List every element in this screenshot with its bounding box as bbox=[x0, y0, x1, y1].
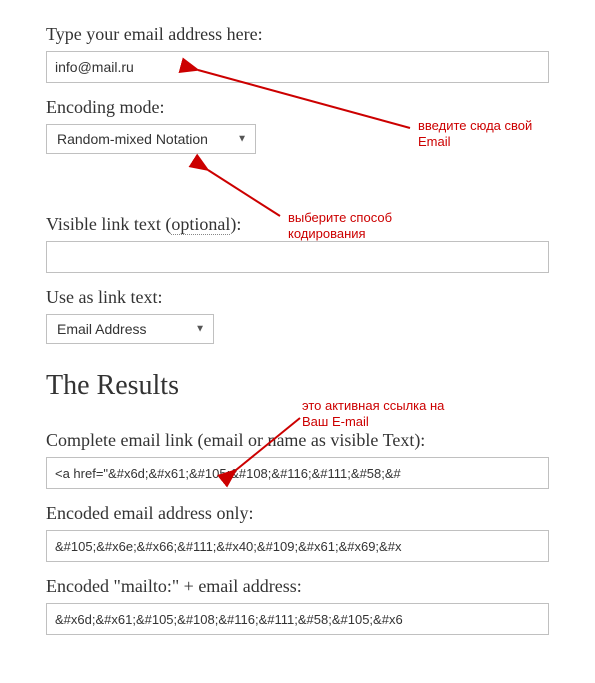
linktext-selected: Email Address bbox=[57, 321, 146, 337]
email-label: Type your email address here: bbox=[46, 24, 549, 45]
visible-text-label-post: ): bbox=[230, 214, 241, 234]
email-input[interactable] bbox=[46, 51, 549, 83]
annotation-enter-email: введите сюда свой Email bbox=[418, 118, 532, 151]
visible-text-input[interactable] bbox=[46, 241, 549, 273]
complete-link-label: Complete email link (email or name as vi… bbox=[46, 430, 549, 451]
encoding-select[interactable]: Random-mixed Notation ▼ bbox=[46, 124, 256, 154]
encoded-only-output[interactable] bbox=[46, 530, 549, 562]
results-heading: The Results bbox=[46, 370, 549, 402]
encoded-only-label: Encoded email address only: bbox=[46, 503, 549, 524]
encoded-mailto-label: Encoded "mailto:" + email address: bbox=[46, 576, 549, 597]
encoded-mailto-output[interactable] bbox=[46, 603, 549, 635]
encoding-selected: Random-mixed Notation bbox=[57, 131, 208, 147]
annotation-choose-encoding: выберите способ кодирования bbox=[288, 210, 392, 243]
encoding-label: Encoding mode: bbox=[46, 97, 549, 118]
complete-link-output[interactable] bbox=[46, 457, 549, 489]
chevron-down-icon: ▼ bbox=[237, 134, 247, 145]
annotation-active-link: это активная ссылка на Ваш E-mail bbox=[302, 398, 444, 431]
optional-hint: optional bbox=[171, 214, 230, 235]
linktext-label: Use as link text: bbox=[46, 287, 549, 308]
linktext-select[interactable]: Email Address ▼ bbox=[46, 314, 214, 344]
chevron-down-icon: ▼ bbox=[195, 324, 205, 335]
visible-text-label-pre: Visible link text ( bbox=[46, 214, 171, 234]
